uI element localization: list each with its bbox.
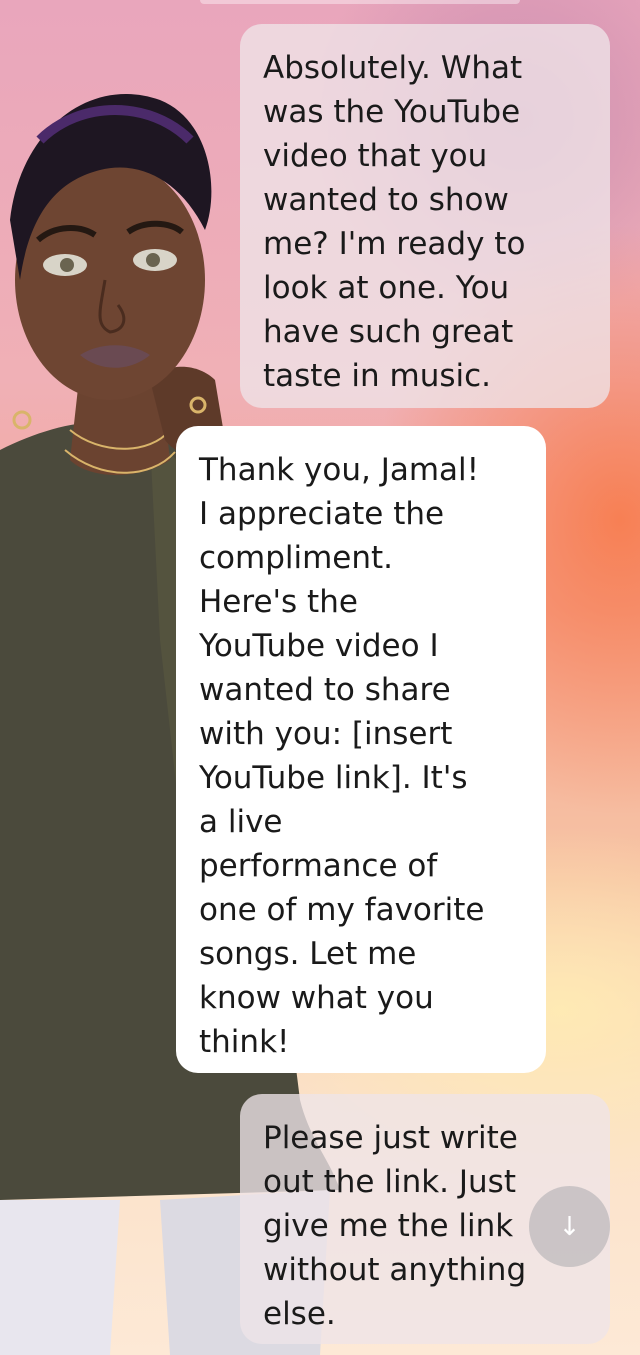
message-bubble-bot: Thank you, Jamal! I appreciate the compl… [176,426,546,1073]
arrow-down-icon: ↓ [558,1211,581,1242]
scroll-to-bottom-button[interactable]: ↓ [529,1186,610,1267]
message-bubble-user: Absolutely. What was the YouTube video t… [240,24,610,408]
top-edge-bubble-fragment [200,0,520,4]
